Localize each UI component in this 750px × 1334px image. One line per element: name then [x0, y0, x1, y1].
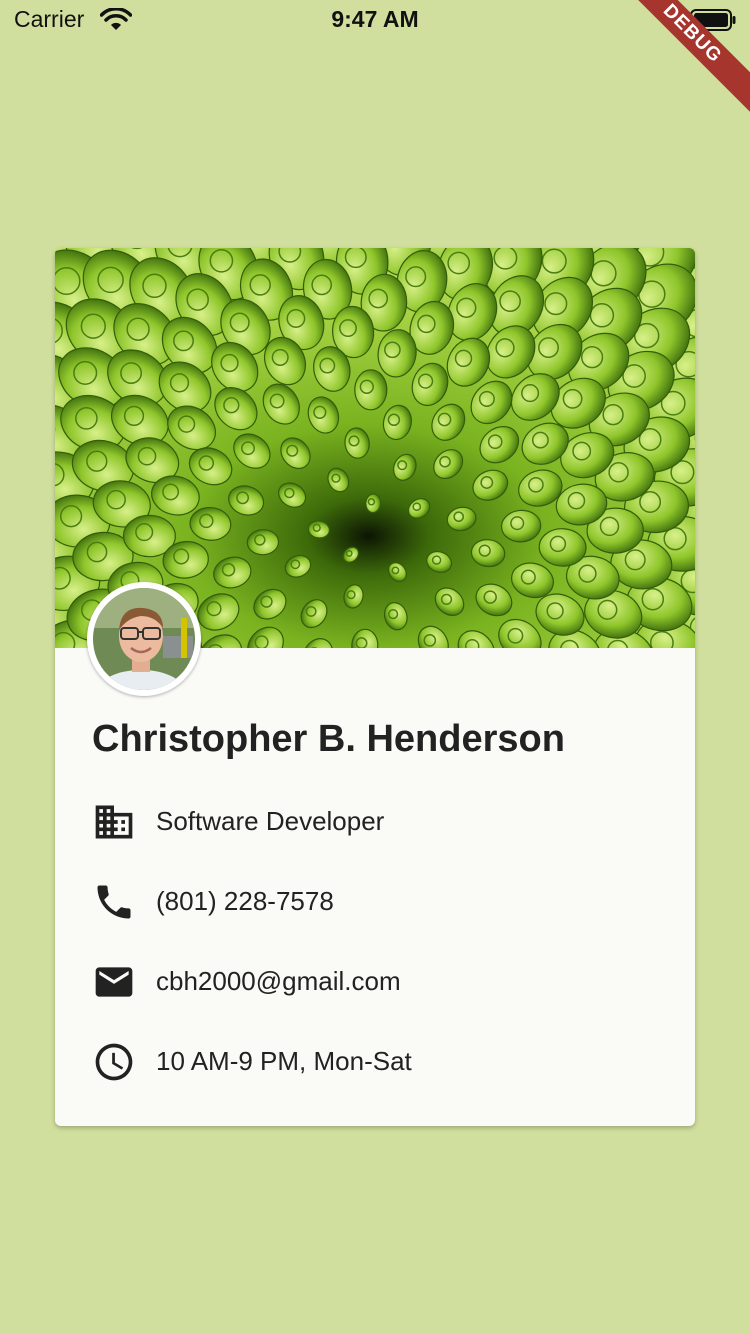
profile-card: Christopher B. Henderson Software Develo… — [55, 248, 695, 1126]
hours-text: 10 AM-9 PM, Mon-Sat — [156, 1046, 412, 1076]
clock-icon — [95, 1043, 133, 1081]
occupation-text: Software Developer — [156, 806, 385, 836]
phone-text[interactable]: (801) 228-7578 — [156, 886, 334, 917]
phone-icon — [97, 885, 131, 919]
email-text[interactable]: cbh2000@gmail.com — [156, 966, 401, 997]
detail-row-email[interactable]: cbh2000@gmail.com — [92, 960, 652, 1004]
status-bar: Carrier 9:47 AM — [0, 0, 750, 40]
email-icon — [95, 967, 133, 997]
detail-row-phone[interactable]: (801) 228-7578 — [92, 880, 652, 924]
business-icon — [95, 805, 133, 839]
profile-photo — [93, 588, 195, 690]
avatar[interactable] — [87, 582, 201, 696]
detail-row-hours: 10 AM-9 PM, Mon-Sat — [92, 1040, 652, 1084]
detail-row-occupation: Software Developer — [92, 800, 652, 844]
status-time: 9:47 AM — [331, 6, 419, 32]
profile-name: Christopher B. Henderson — [92, 718, 565, 760]
